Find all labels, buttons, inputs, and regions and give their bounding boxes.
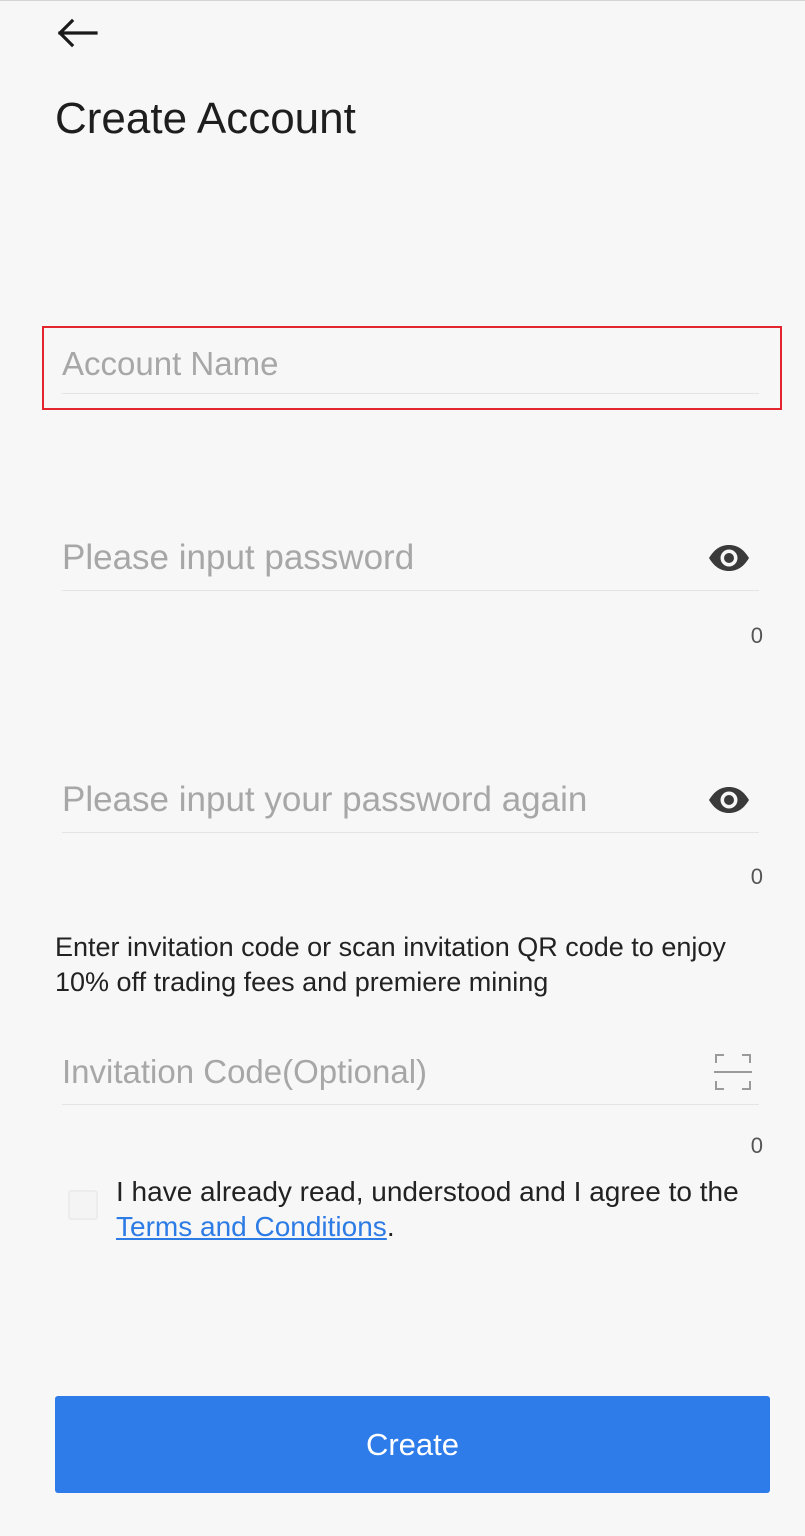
password-visibility-toggle[interactable]	[705, 538, 753, 578]
terms-checkbox[interactable]	[68, 1190, 98, 1220]
create-button[interactable]: Create	[55, 1396, 770, 1493]
top-divider	[0, 0, 805, 1]
password-field	[62, 525, 759, 591]
invitation-code-field	[62, 1040, 759, 1105]
account-name-input[interactable]	[62, 344, 759, 383]
password-char-count: 0	[750, 623, 763, 648]
scan-qr-button[interactable]	[711, 1050, 755, 1094]
password-input[interactable]	[62, 537, 705, 578]
terms-and-conditions-link[interactable]: Terms and Conditions	[116, 1211, 387, 1242]
invitation-promo-text: Enter invitation code or scan invitation…	[55, 932, 726, 997]
confirm-password-field	[62, 767, 759, 833]
confirm-password-visibility-toggle[interactable]	[705, 780, 753, 820]
invitation-code-input[interactable]	[62, 1053, 711, 1091]
terms-agreement-text: I have already read, understood and I ag…	[116, 1174, 758, 1244]
scan-icon	[714, 1054, 752, 1090]
confirm-password-input[interactable]	[62, 779, 705, 820]
confirm-password-char-count: 0	[750, 864, 763, 889]
terms-agreement-suffix: .	[386, 1211, 395, 1242]
terms-agreement-prefix: I have already read, understood and I ag…	[116, 1176, 739, 1207]
invitation-code-char-count: 0	[750, 1133, 763, 1158]
back-button[interactable]	[56, 10, 116, 56]
eye-icon	[709, 544, 749, 571]
account-name-field	[62, 334, 759, 394]
arrow-left-icon	[57, 18, 98, 48]
eye-icon	[709, 786, 749, 813]
page-title: Create Account	[55, 94, 356, 143]
terms-agreement: I have already read, understood and I ag…	[68, 1174, 758, 1244]
